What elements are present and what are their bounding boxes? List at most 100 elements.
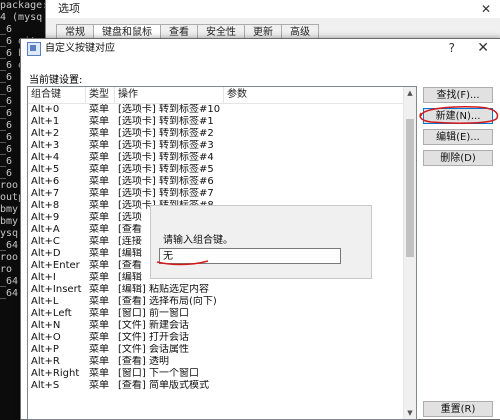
table-cell: Alt+P	[31, 344, 59, 355]
table-cell: 菜单	[89, 116, 109, 127]
table-cell: 菜单	[89, 164, 109, 175]
keyboard-app-icon	[27, 42, 41, 56]
table-cell: 菜单	[89, 152, 109, 163]
dialog-titlebar: 自定义按键对应	[21, 39, 500, 59]
table-cell: [窗口] 前一窗口	[118, 308, 189, 319]
table-cell: Alt+2	[31, 128, 60, 139]
table-cell	[224, 368, 404, 380]
table-cell	[224, 128, 404, 140]
table-cell	[224, 356, 404, 368]
table-cell: 菜单	[89, 296, 109, 307]
table-cell	[224, 176, 404, 188]
table-cell: 菜单	[89, 176, 109, 187]
table-cell: Alt+D	[31, 248, 61, 259]
table-cell: Alt+7	[31, 188, 60, 199]
table-cell: [文件] 新建会话	[118, 320, 189, 331]
key-combo-input[interactable]: 无	[159, 248, 341, 264]
table-cell: 菜单	[89, 320, 109, 331]
table-row[interactable]: Alt+Right 菜单 [窗口] 下一个窗口	[28, 368, 416, 380]
table-cell	[224, 296, 404, 308]
dialog-title: 自定义按键对应	[45, 43, 115, 54]
table-cell: Alt+A	[31, 224, 60, 235]
edit-button[interactable]: 编辑(E)...	[423, 129, 493, 145]
new-button[interactable]: 新建(N)...	[423, 108, 493, 124]
column-header-key[interactable]: 组合键	[28, 87, 86, 103]
table-cell: 菜单	[89, 104, 109, 115]
table-cell	[224, 344, 404, 356]
table-cell	[224, 116, 404, 128]
table-row[interactable]: Alt+3 菜单 [选项卡] 转到标签#3	[28, 140, 416, 152]
table-cell: [选项卡] 转到标签#7	[118, 188, 214, 199]
table-cell: Alt+R	[31, 356, 60, 367]
table-cell: Alt+Enter	[31, 260, 80, 271]
table-cell: [选项卡] 转到标签#6	[118, 176, 214, 187]
table-row[interactable]: Alt+R 菜单 [查看] 透明	[28, 356, 416, 368]
help-icon[interactable]: ?	[449, 41, 455, 55]
table-cell: 菜单	[89, 188, 109, 199]
table-cell: 菜单	[89, 248, 109, 259]
table-cell: [编辑] 粘贴选定内容	[118, 284, 209, 295]
options-close-icon[interactable]: ✕	[481, 2, 491, 16]
table-cell: Alt+0	[31, 104, 60, 115]
table-cell	[224, 188, 404, 200]
table-cell: 菜单	[89, 260, 109, 271]
table-cell	[224, 152, 404, 164]
table-row[interactable]: Alt+1 菜单 [选项卡] 转到标签#1	[28, 116, 416, 128]
table-row[interactable]: Alt+5 菜单 [选项卡] 转到标签#5	[28, 164, 416, 176]
table-cell: Alt+O	[31, 332, 61, 343]
table-cell: 菜单	[89, 212, 109, 223]
table-cell: [查看] 选择布局(向下)	[118, 296, 217, 307]
column-header-param[interactable]: 参数	[224, 87, 404, 103]
table-cell: [选项卡] 转到标签#2	[118, 128, 214, 139]
table-cell	[224, 104, 404, 116]
table-cell: Alt+3	[31, 140, 60, 151]
scroll-thumb[interactable]	[406, 119, 414, 257]
table-row[interactable]: Alt+2 菜单 [选项卡] 转到标签#2	[28, 128, 416, 140]
list-header: 组合键 类型 操作 参数	[28, 87, 416, 104]
table-row[interactable]: Alt+7 菜单 [选项卡] 转到标签#7	[28, 188, 416, 200]
table-cell: 菜单	[89, 344, 109, 355]
table-cell: Alt+8	[31, 200, 60, 211]
table-row[interactable]: Alt+Left 菜单 [窗口] 前一窗口	[28, 308, 416, 320]
column-header-action[interactable]: 操作	[115, 87, 224, 103]
table-cell: Alt+1	[31, 116, 60, 127]
table-row[interactable]: Alt+0 菜单 [选项卡] 转到标签#10	[28, 104, 416, 116]
reset-button[interactable]: 重置(R)	[423, 401, 493, 417]
table-cell: Alt+Right	[31, 368, 80, 379]
close-icon[interactable]: ✕	[477, 40, 489, 56]
table-cell: [窗口] 下一个窗口	[118, 368, 199, 379]
table-cell: 菜单	[89, 272, 109, 283]
table-cell: 菜单	[89, 140, 109, 151]
table-cell	[224, 140, 404, 152]
table-cell: [文件] 打开会话	[118, 332, 189, 343]
table-cell: 菜单	[89, 380, 109, 391]
table-cell: 菜单	[89, 332, 109, 343]
table-row[interactable]: Alt+S 菜单 [查看] 简单版式模式	[28, 380, 416, 392]
delete-button[interactable]: 删除(D)	[423, 150, 493, 166]
find-button[interactable]: 查找(F)...	[423, 87, 493, 103]
table-cell: [选项卡] 转到标签#5	[118, 164, 214, 175]
table-cell: Alt+N	[31, 320, 61, 331]
key-input-popup: 请输入组合键。 无	[150, 205, 372, 279]
table-row[interactable]: Alt+P 菜单 [文件] 会话属性	[28, 344, 416, 356]
table-row[interactable]: Alt+6 菜单 [选项卡] 转到标签#6	[28, 176, 416, 188]
table-cell: Alt+9	[31, 212, 60, 223]
table-cell: Alt+I	[31, 272, 56, 283]
table-row[interactable]: Alt+4 菜单 [选项卡] 转到标签#4	[28, 152, 416, 164]
table-row[interactable]: Alt+O 菜单 [文件] 打开会话	[28, 332, 416, 344]
table-cell: 菜单	[89, 200, 109, 211]
scroll-down-icon[interactable]: ▼	[404, 407, 416, 419]
column-header-type[interactable]: 类型	[86, 87, 115, 103]
table-cell: 菜单	[89, 236, 109, 247]
scroll-up-icon[interactable]: ▲	[404, 87, 416, 99]
table-row[interactable]: Alt+Insert 菜单 [编辑] 粘贴选定内容	[28, 284, 416, 296]
table-cell: Alt+6	[31, 176, 60, 187]
table-row[interactable]: Alt+N 菜单 [文件] 新建会话	[28, 320, 416, 332]
table-row[interactable]: Alt+L 菜单 [查看] 选择布局(向下)	[28, 296, 416, 308]
table-cell	[224, 284, 404, 296]
table-cell: Alt+Insert	[31, 284, 82, 295]
vertical-scrollbar[interactable]: ▲ ▼	[403, 87, 416, 419]
table-cell: Alt+L	[31, 296, 59, 307]
table-cell: [选项卡] 转到标签#1	[118, 116, 214, 127]
table-cell: Alt+Left	[31, 308, 72, 319]
